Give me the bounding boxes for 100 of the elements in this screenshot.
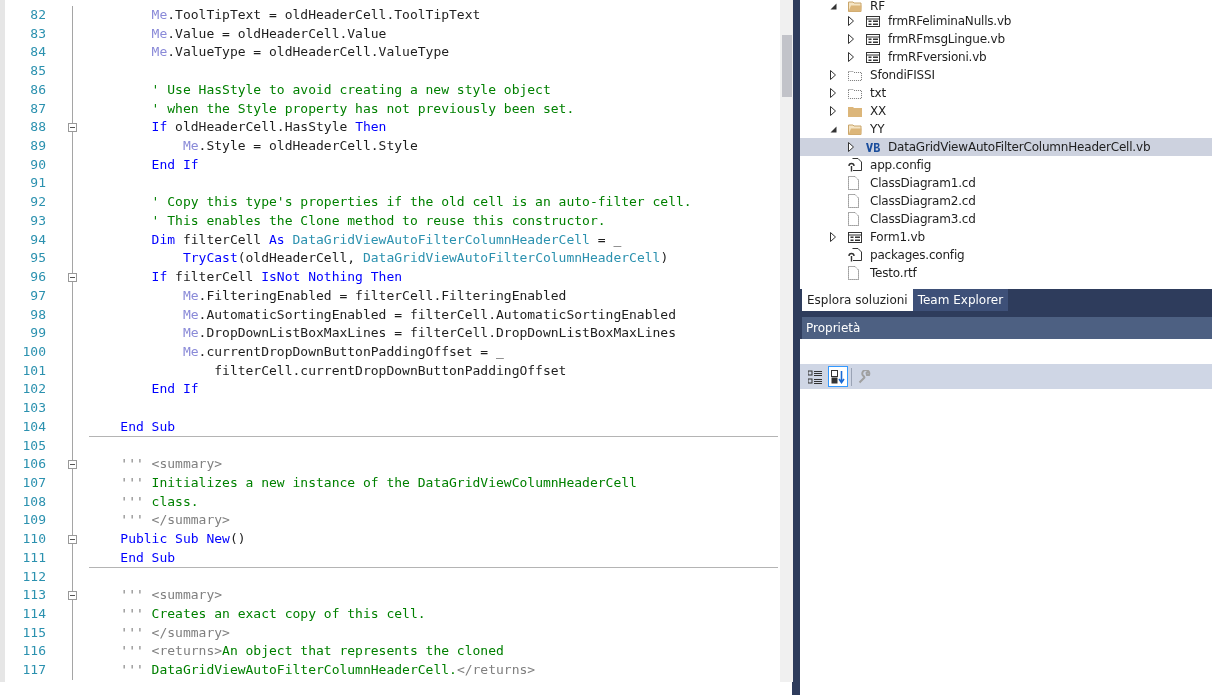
panel-splitter[interactable]	[792, 0, 800, 695]
line-number: 101	[21, 361, 46, 380]
code-line: ''' <summary>	[119, 586, 224, 605]
code-line: End Sub	[89, 417, 778, 437]
dotted-folder-icon	[848, 69, 862, 81]
code-line: ' Copy this type's properties if the old cell is an auto-filter cell.	[150, 193, 693, 212]
item-label: RF	[870, 0, 885, 13]
collapsed-arrow-icon[interactable]	[830, 70, 836, 80]
form-icon	[866, 51, 880, 63]
tree-item[interactable]: Form1.vb	[800, 228, 1212, 246]
code-line: End If	[150, 155, 200, 174]
folder-icon	[848, 105, 862, 117]
line-number: 95	[29, 249, 46, 268]
line-number: 111	[21, 548, 46, 567]
tree-item[interactable]: ClassDiagram3.cd	[800, 210, 1212, 228]
line-number: 102	[21, 380, 46, 399]
collapsed-arrow-icon[interactable]	[848, 142, 854, 152]
line-number: 97	[29, 286, 46, 305]
collapse-icon[interactable]	[68, 272, 77, 282]
item-label: SfondiFISSI	[870, 68, 935, 82]
alphabetical-button[interactable]	[828, 366, 848, 387]
panel-tab[interactable]: Esplora soluzioni	[802, 289, 913, 311]
collapse-icon[interactable]	[68, 535, 77, 544]
code-line: Me.currentDropDownButtonPaddingOffset = _	[181, 342, 505, 361]
code-line: Me.ValueType = oldHeaderCell.ValueType	[150, 43, 451, 62]
collapse-icon[interactable]	[68, 460, 77, 470]
line-number: 117	[21, 661, 46, 680]
config-file-icon	[848, 248, 862, 262]
tree-item[interactable]: ClassDiagram1.cd	[800, 174, 1212, 192]
item-label: ClassDiagram1.cd	[870, 176, 976, 190]
code-line: End If	[150, 380, 200, 399]
line-number: 86	[29, 80, 46, 99]
file-icon	[848, 194, 859, 208]
code-line: End Sub	[89, 548, 778, 568]
collapse-icon[interactable]	[68, 123, 77, 133]
line-number: 108	[21, 492, 46, 511]
code-line: ''' </summary>	[119, 511, 231, 530]
dotted-folder-icon	[848, 87, 862, 99]
code-line: Me.Style = oldHeaderCell.Style	[181, 137, 419, 156]
scrollbar-thumb[interactable]	[782, 35, 792, 97]
item-label: frmRFmsgLingue.vb	[888, 32, 1005, 46]
line-number: 84	[29, 43, 46, 62]
scrollbar[interactable]	[780, 0, 793, 682]
code-line: ''' <returns>An object that represents the cloned	[119, 642, 505, 661]
code-line: ' when the Style property has not previously been set.	[150, 99, 576, 118]
line-number: 113	[21, 586, 46, 605]
item-label: Form1.vb	[870, 230, 925, 244]
form-icon	[866, 33, 880, 45]
collapse-icon[interactable]	[68, 591, 77, 601]
panel-tab[interactable]: Team Explorer	[912, 289, 1009, 311]
tree-item[interactable]: ClassDiagram2.cd	[800, 192, 1212, 210]
line-number: 85	[29, 62, 46, 81]
code-line: ''' DataGridViewAutoFilterColumnHeaderCell.</returns>	[119, 661, 537, 680]
line-number: 112	[21, 567, 46, 586]
expanded-arrow-icon[interactable]	[830, 125, 837, 133]
line-number: 83	[29, 24, 46, 43]
collapsed-arrow-icon[interactable]	[830, 88, 836, 98]
collapsed-arrow-icon[interactable]	[848, 52, 854, 62]
tree-item[interactable]: frmRFeliminaNulls.vb	[800, 12, 1212, 30]
line-number: 93	[29, 211, 46, 230]
properties-header: Proprietà	[800, 317, 1212, 339]
vb-file-icon	[866, 142, 880, 152]
code-line: Me.FilteringEnabled = filterCell.FilteringEnabled	[181, 286, 568, 305]
line-number: 90	[29, 155, 46, 174]
tree-item[interactable]: frmRFversioni.vb	[800, 48, 1212, 66]
collapsed-arrow-icon[interactable]	[848, 16, 854, 26]
file-icon	[848, 176, 859, 190]
collapsed-arrow-icon[interactable]	[830, 232, 836, 242]
tree-item[interactable]: frmRFmsgLingue.vb	[800, 30, 1212, 48]
collapsed-arrow-icon[interactable]	[848, 34, 854, 44]
line-number: 92	[29, 193, 46, 212]
tree-item[interactable]: YY	[800, 120, 1212, 138]
tree-item[interactable]: RF	[800, 0, 1212, 12]
tree-item[interactable]: Testo.rtf	[800, 264, 1212, 282]
line-number: 99	[29, 324, 46, 343]
tree-item[interactable]: SfondiFISSI	[800, 66, 1212, 84]
line-number: 89	[29, 137, 46, 156]
item-label: app.config	[870, 158, 932, 172]
line-number: 87	[29, 99, 46, 118]
code-line: If filterCell IsNot Nothing Then	[150, 268, 404, 287]
tree-item[interactable]: app.config	[800, 156, 1212, 174]
form-icon	[848, 231, 862, 243]
line-number: 98	[29, 305, 46, 324]
expanded-arrow-icon[interactable]	[830, 2, 837, 10]
line-number: 103	[21, 399, 46, 418]
line-number: 94	[29, 230, 46, 249]
line-number: 114	[21, 605, 46, 623]
item-label: DataGridViewAutoFilterColumnHeaderCell.vb	[888, 140, 1151, 154]
tree-item[interactable]: DataGridViewAutoFilterColumnHeaderCell.vb	[800, 138, 1212, 156]
line-number: 82	[29, 6, 46, 24]
line-number: 106	[21, 455, 46, 474]
code-line: Me.DropDownListBoxMaxLines = filterCell.DropDownListBoxMaxLines	[181, 324, 677, 343]
tree-item[interactable]: txt	[800, 84, 1212, 102]
code-line: ''' </summary>	[119, 623, 231, 642]
tree-item[interactable]: packages.config	[800, 246, 1212, 264]
line-number: 104	[21, 417, 46, 436]
code-line: If oldHeaderCell.HasStyle Then	[150, 118, 388, 137]
item-label: Testo.rtf	[870, 266, 917, 280]
collapsed-arrow-icon[interactable]	[830, 106, 836, 116]
tree-item[interactable]: XX	[800, 102, 1212, 120]
